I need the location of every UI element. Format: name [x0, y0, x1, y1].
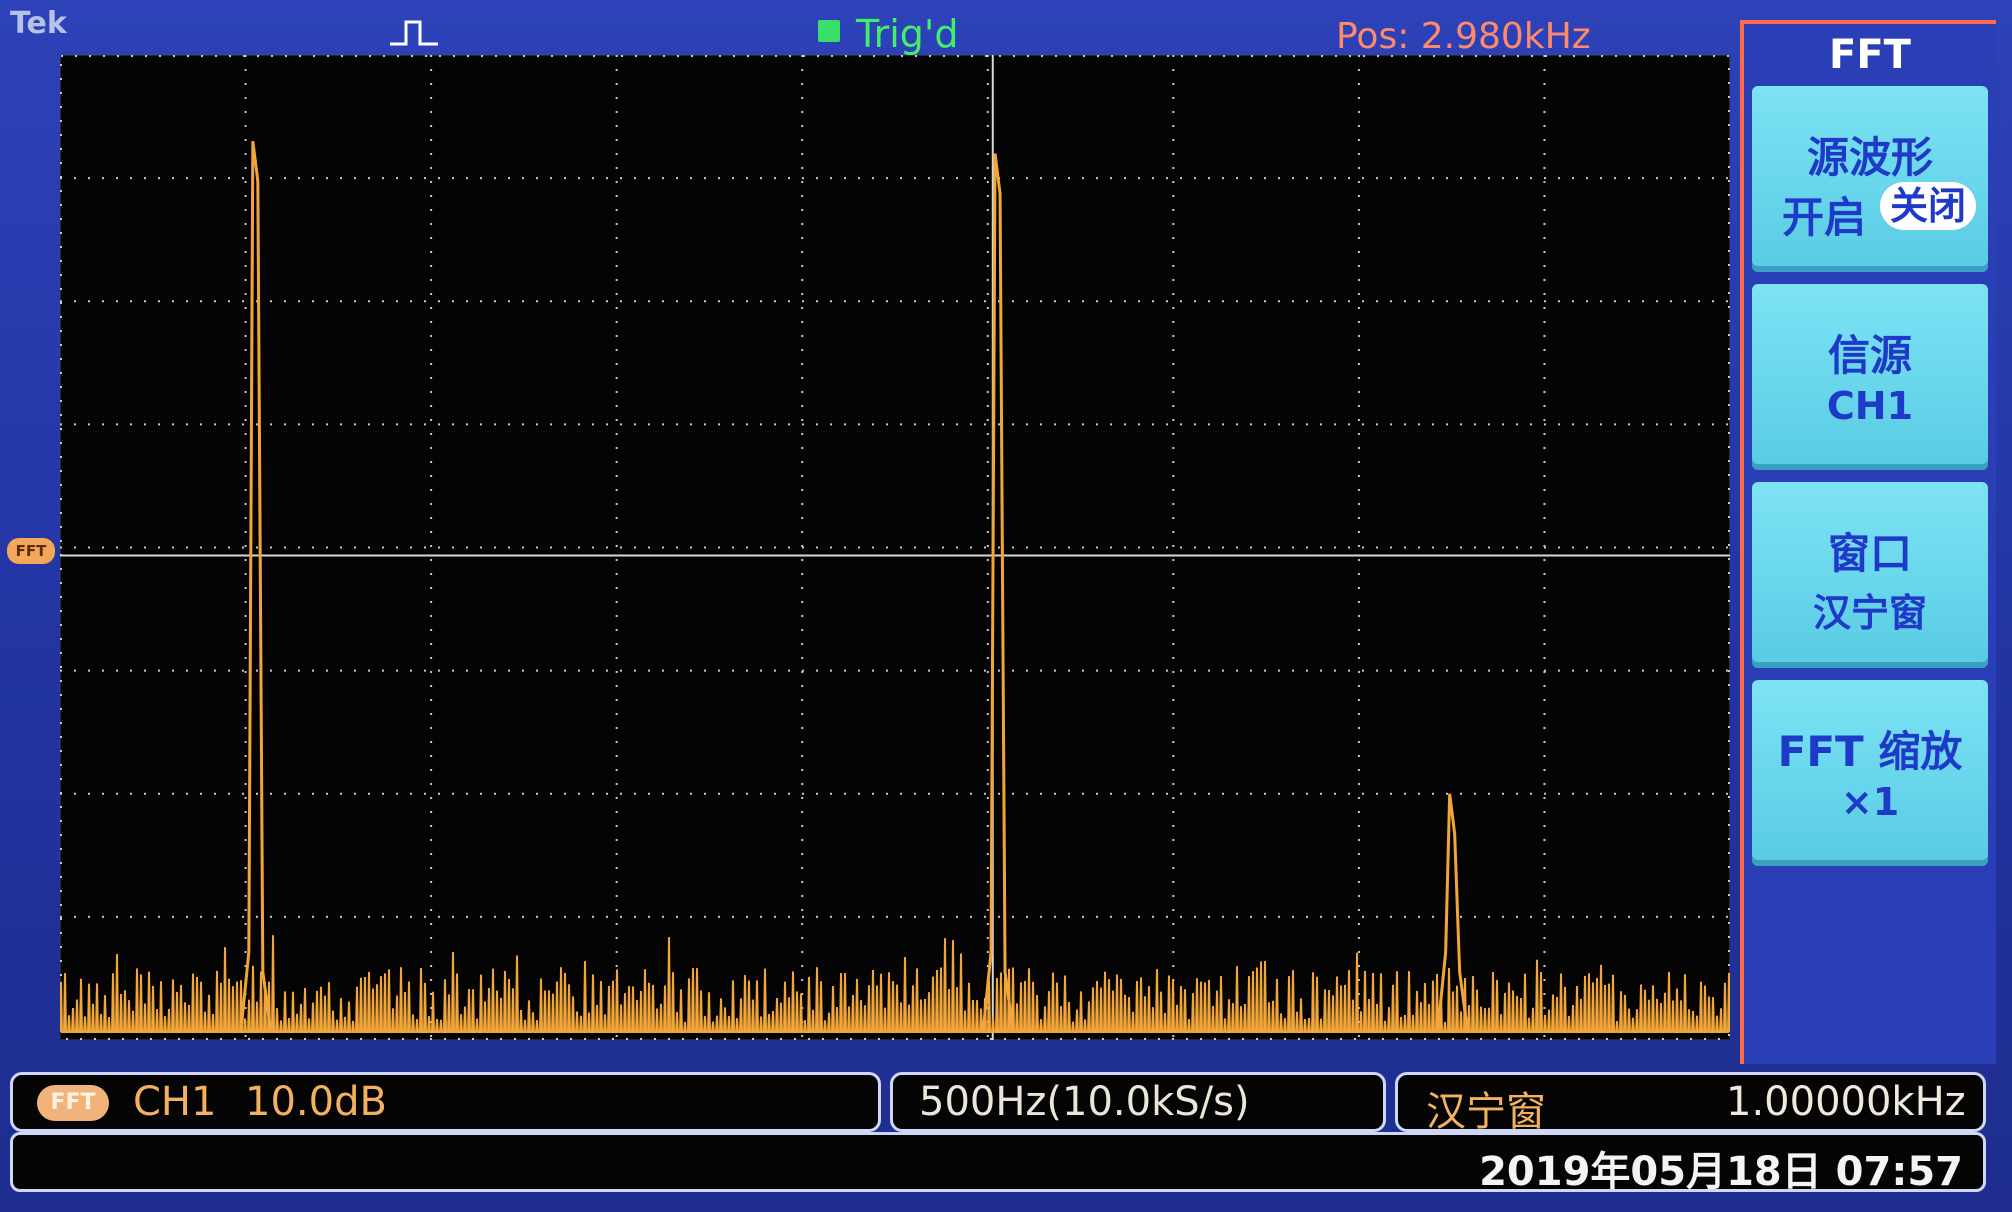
window-status-box[interactable]: 汉宁窗 1.00000kHz	[1395, 1072, 1986, 1135]
trigger-indicator-icon	[818, 20, 840, 42]
menu-item-label: 窗口	[1827, 529, 1912, 578]
position-readout: Pos: 2.980kHz	[1336, 16, 1591, 57]
spectrum-plot	[60, 55, 1730, 1040]
window-name: 汉宁窗	[1426, 1089, 1546, 1135]
channel-status-box[interactable]: FFT CH1 10.0dB	[10, 1072, 881, 1132]
top-status-bar: Tek Trig'd Pos: 2.980kHz	[0, 0, 1740, 58]
menu-item-value: CH1	[1826, 384, 1914, 428]
waveform-display[interactable]	[60, 55, 1730, 1040]
oscilloscope-screen: Tek Trig'd Pos: 2.980kHz FFT FFT 源波形 开启 …	[0, 0, 2012, 1212]
source-waveform-off-option[interactable]: 关闭	[1880, 182, 1976, 230]
date-time-bar: 2019年05月18日 07:57	[10, 1132, 1986, 1195]
side-menu: FFT 源波形 开启 关闭 信源 CH1 窗口 汉宁窗 FFT 缩放 ×1	[1740, 20, 1996, 1064]
noise-floor-trace	[60, 935, 1730, 1033]
menu-item-value: 汉宁窗	[1812, 591, 1927, 635]
menu-item-label: 信源	[1827, 331, 1912, 380]
grid-frame	[60, 55, 1730, 1040]
source-waveform-on-option[interactable]: 开启	[1782, 184, 1866, 245]
channel-scale: 10.0dB	[245, 1079, 387, 1125]
brand-logo: Tek	[10, 6, 67, 41]
source-channel-button[interactable]: 信源 CH1	[1752, 284, 1988, 470]
date-time: 2019年05月18日 07:57	[1479, 1149, 1963, 1195]
menu-title: FFT	[1829, 32, 1911, 78]
channel-label: CH1	[133, 1079, 217, 1125]
source-waveform-button[interactable]: 源波形 开启 关闭	[1752, 86, 1988, 272]
spectrum-peak	[239, 141, 273, 1033]
pulse-trigger-icon	[390, 20, 438, 46]
spectrum-peak	[981, 153, 1015, 1033]
status-row: FFT CH1 10.0dB 500Hz(10.0kS/s) 汉宁窗 1.000…	[10, 1072, 1986, 1135]
timebase-status-box[interactable]: 500Hz(10.0kS/s)	[890, 1072, 1386, 1132]
trigger-status: Trig'd	[856, 12, 959, 56]
fft-zoom-button[interactable]: FFT 缩放 ×1	[1752, 680, 1988, 866]
fft-badge: FFT	[37, 1085, 109, 1121]
fft-level-marker[interactable]: FFT	[7, 538, 55, 564]
menu-item-label: 源波形	[1806, 133, 1933, 182]
timebase-value: 500Hz(10.0kS/s)	[919, 1079, 1250, 1125]
window-type-button[interactable]: 窗口 汉宁窗	[1752, 482, 1988, 668]
menu-item-value: ×1	[1840, 780, 1900, 824]
window-frequency: 1.00000kHz	[1726, 1079, 1966, 1125]
menu-item-label: FFT 缩放	[1777, 727, 1963, 776]
